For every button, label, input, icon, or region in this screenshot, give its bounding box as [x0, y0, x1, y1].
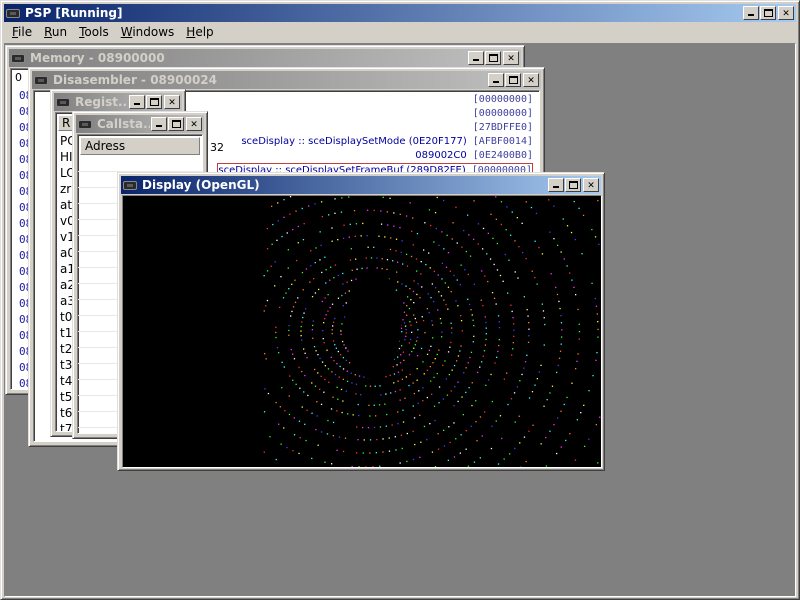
window-icon — [34, 75, 48, 85]
register-t6[interactable]: t6 — [60, 405, 72, 421]
register-t4[interactable]: t4 — [60, 373, 72, 389]
register-hi[interactable]: HI — [60, 149, 73, 165]
close-icon: ✕ — [190, 117, 198, 130]
maximize-icon — [489, 54, 498, 62]
menu-run[interactable]: Run — [38, 24, 73, 40]
close-icon: ✕ — [507, 51, 515, 64]
minimize-icon — [493, 81, 499, 83]
register-t7[interactable]: t7 — [60, 421, 72, 431]
disassembly-hex: [27BDFFE0] — [472, 122, 533, 133]
disassembler-titlebar[interactable]: Disasembler - 08900024 ✕ — [32, 71, 541, 89]
register-t2[interactable]: t2 — [60, 341, 72, 357]
display-titlebar[interactable]: Display (OpenGL) ✕ — [121, 176, 601, 194]
menu-label-rest: ools — [84, 25, 109, 39]
register-t3[interactable]: t3 — [60, 357, 72, 373]
menu-label-rest: un — [51, 25, 68, 39]
memory-header-text: 0 — [15, 71, 22, 84]
disassembly-row[interactable]: [27BDFFE0] — [467, 121, 533, 135]
disassembly-hex: [0E2400B0] — [472, 150, 533, 161]
callstack-column-header[interactable]: Adress — [80, 137, 200, 155]
menu-accelerator: W — [120, 25, 133, 39]
memory-titlebar[interactable]: Memory - 08900000 ✕ — [9, 49, 521, 67]
disassembly-hex: [00000000] — [472, 94, 533, 105]
minimize-icon — [748, 14, 754, 16]
menubar: File Run Tools Windows Help — [4, 22, 796, 42]
callstack-close-button[interactable]: ✕ — [186, 117, 202, 131]
tunnel-render — [263, 196, 601, 467]
disassembly-row[interactable]: 089002C0 [0E2400B0] — [415, 149, 533, 163]
window-icon — [11, 53, 25, 63]
menu-label-rest: elp — [195, 25, 214, 39]
memory-minimize-button[interactable] — [468, 51, 484, 65]
memory-title: Memory - 08900000 — [30, 51, 165, 65]
display-window: Display (OpenGL) ✕ — [117, 172, 605, 471]
callstack-title: Callsta... — [97, 117, 150, 131]
main-title: PSP [Running] — [25, 6, 123, 20]
menu-help[interactable]: Help — [180, 24, 219, 40]
menu-label-rest: indows — [132, 25, 175, 39]
register-t0[interactable]: t0 — [60, 309, 72, 325]
callstack-titlebar[interactable]: Callsta... ✕ — [76, 115, 204, 133]
maximize-button[interactable] — [760, 6, 776, 20]
disassembler-minimize-button[interactable] — [488, 73, 504, 87]
disassembly-symbol: sceDisplay :: sceDisplaySetMode (0E20F17… — [241, 136, 467, 147]
app-icon — [6, 8, 20, 18]
disassembler-close-button[interactable]: ✕ — [523, 73, 539, 87]
display-close-button[interactable]: ✕ — [583, 178, 599, 192]
menu-accelerator: R — [44, 25, 52, 39]
menu-file[interactable]: File — [6, 24, 38, 40]
disassembler-title: Disasembler - 08900024 — [53, 73, 217, 87]
minimize-icon — [156, 125, 162, 127]
disassembly-symbol: 089002C0 — [415, 150, 467, 161]
disassembly-row[interactable]: sceDisplay :: sceDisplaySetMode (0E20F17… — [241, 135, 533, 149]
tunnel-center — [345, 269, 401, 379]
disassembly-hex: [AFBF0014] — [472, 136, 533, 147]
menu-label-rest: ile — [18, 25, 33, 39]
disassembly-row[interactable]: [00000000] — [467, 107, 533, 121]
disassembly-hex: [00000000] — [472, 108, 533, 119]
window-icon — [123, 180, 137, 190]
window-icon — [56, 97, 70, 107]
memory-close-button[interactable]: ✕ — [503, 51, 519, 65]
display-title: Display (OpenGL) — [142, 178, 260, 192]
minimize-icon — [473, 59, 479, 61]
registers-minimize-button[interactable] — [129, 95, 145, 109]
maximize-icon — [172, 120, 181, 128]
maximize-icon — [150, 98, 159, 106]
disassembly-fragment: 32 — [210, 141, 224, 154]
window-icon — [78, 119, 92, 129]
close-icon: ✕ — [168, 95, 176, 108]
minimize-icon — [134, 103, 140, 105]
close-icon: ✕ — [527, 73, 535, 86]
disassembly-row[interactable]: [00000000] — [467, 93, 533, 107]
register-zr[interactable]: zr — [60, 181, 71, 197]
display-maximize-button[interactable] — [565, 178, 581, 192]
registers-title: Regist... — [75, 95, 128, 109]
registers-maximize-button[interactable] — [146, 95, 162, 109]
menu-windows[interactable]: Windows — [115, 24, 181, 40]
register-at[interactable]: at — [60, 197, 72, 213]
display-canvas[interactable] — [122, 195, 602, 468]
callstack-minimize-button[interactable] — [151, 117, 167, 131]
minimize-icon — [553, 186, 559, 188]
register-t1[interactable]: t1 — [60, 325, 72, 341]
minimize-button[interactable] — [743, 6, 759, 20]
maximize-icon — [569, 181, 578, 189]
menu-accelerator: H — [186, 25, 196, 39]
maximize-icon — [509, 76, 518, 84]
main-titlebar[interactable]: PSP [Running] ✕ — [4, 4, 796, 22]
display-minimize-button[interactable] — [548, 178, 564, 192]
close-icon: ✕ — [587, 178, 595, 191]
registers-titlebar[interactable]: Regist... ✕ — [54, 93, 182, 111]
disassembler-maximize-button[interactable] — [505, 73, 521, 87]
close-icon: ✕ — [782, 6, 790, 19]
callstack-maximize-button[interactable] — [168, 117, 184, 131]
close-button[interactable]: ✕ — [778, 6, 794, 20]
memory-maximize-button[interactable] — [485, 51, 501, 65]
registers-close-button[interactable]: ✕ — [164, 95, 180, 109]
menu-tools[interactable]: Tools — [73, 24, 115, 40]
maximize-icon — [764, 9, 773, 17]
register-t5[interactable]: t5 — [60, 389, 72, 405]
